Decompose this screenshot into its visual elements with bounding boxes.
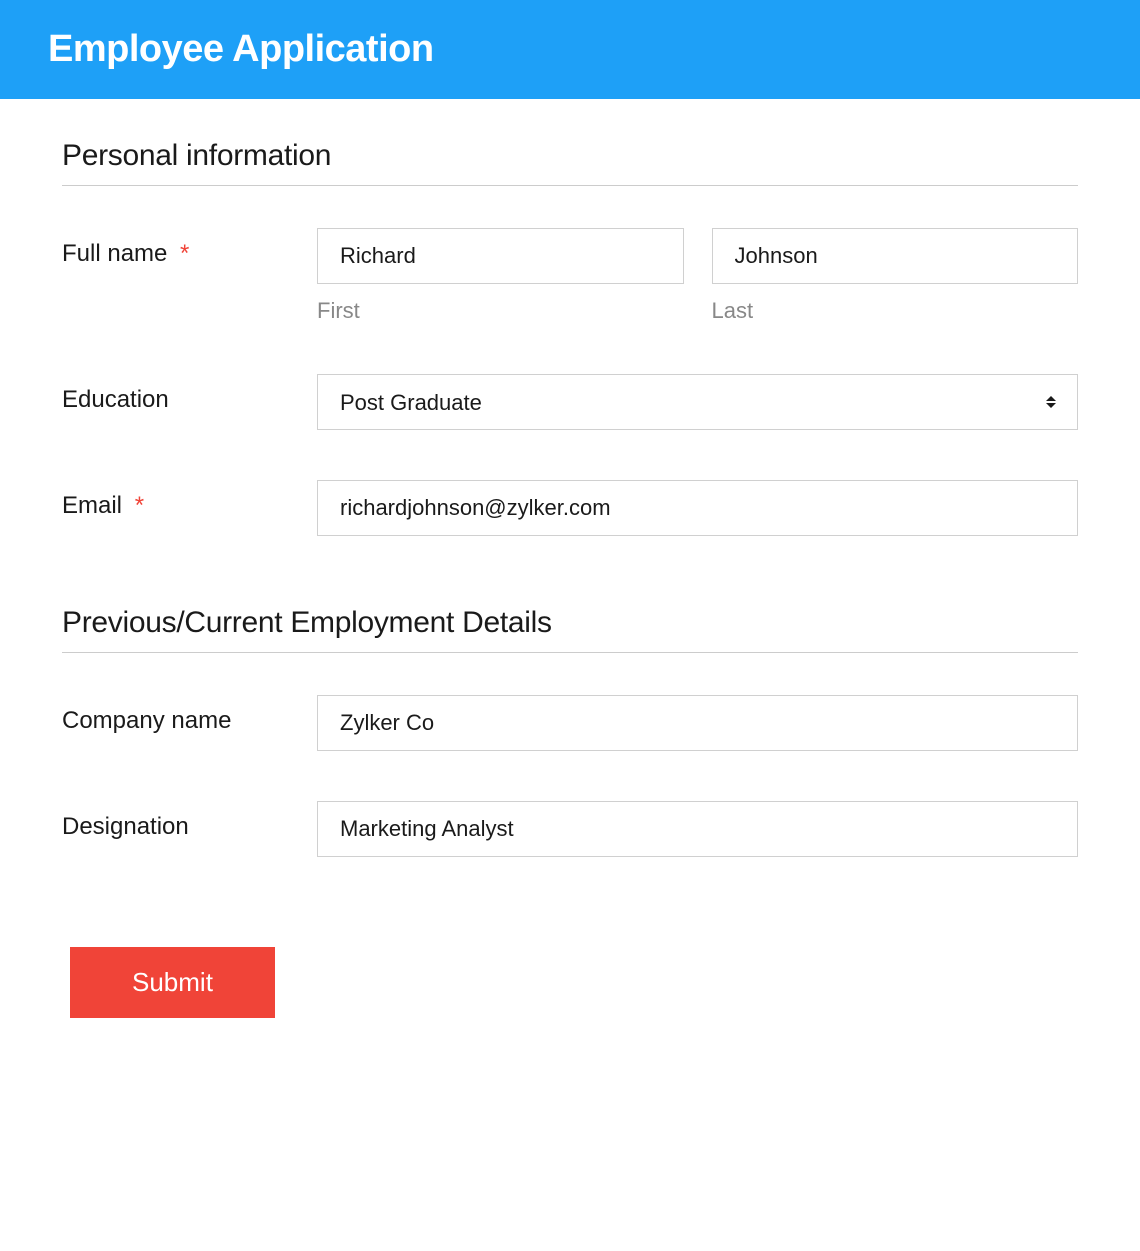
last-name-input[interactable] bbox=[712, 228, 1079, 284]
field-row-full-name: Full name * First Last bbox=[62, 228, 1078, 324]
field-row-company: Company name bbox=[62, 695, 1078, 751]
company-input[interactable] bbox=[317, 695, 1078, 751]
label-full-name-text: Full name bbox=[62, 240, 167, 267]
field-row-education: Education Post Graduate bbox=[62, 374, 1078, 430]
designation-input[interactable] bbox=[317, 801, 1078, 857]
label-designation: Designation bbox=[62, 801, 317, 841]
label-email: Email * bbox=[62, 480, 317, 520]
submit-button[interactable]: Submit bbox=[70, 947, 275, 1018]
label-education: Education bbox=[62, 374, 317, 414]
label-company: Company name bbox=[62, 695, 317, 735]
first-name-sublabel: First bbox=[317, 298, 684, 324]
form-header: Employee Application bbox=[0, 0, 1140, 99]
section-heading-employment: Previous/Current Employment Details bbox=[62, 606, 1078, 653]
last-name-sublabel: Last bbox=[712, 298, 1079, 324]
required-mark: * bbox=[180, 240, 189, 267]
page-title: Employee Application bbox=[48, 28, 1092, 71]
email-input[interactable] bbox=[317, 480, 1078, 536]
label-email-text: Email bbox=[62, 492, 122, 519]
education-select[interactable]: Post Graduate bbox=[317, 374, 1078, 430]
form-body: Personal information Full name * First L… bbox=[0, 99, 1140, 1078]
field-row-designation: Designation bbox=[62, 801, 1078, 857]
label-full-name: Full name * bbox=[62, 228, 317, 268]
field-row-email: Email * bbox=[62, 480, 1078, 536]
required-mark: * bbox=[135, 492, 144, 519]
first-name-input[interactable] bbox=[317, 228, 684, 284]
section-heading-personal: Personal information bbox=[62, 139, 1078, 186]
